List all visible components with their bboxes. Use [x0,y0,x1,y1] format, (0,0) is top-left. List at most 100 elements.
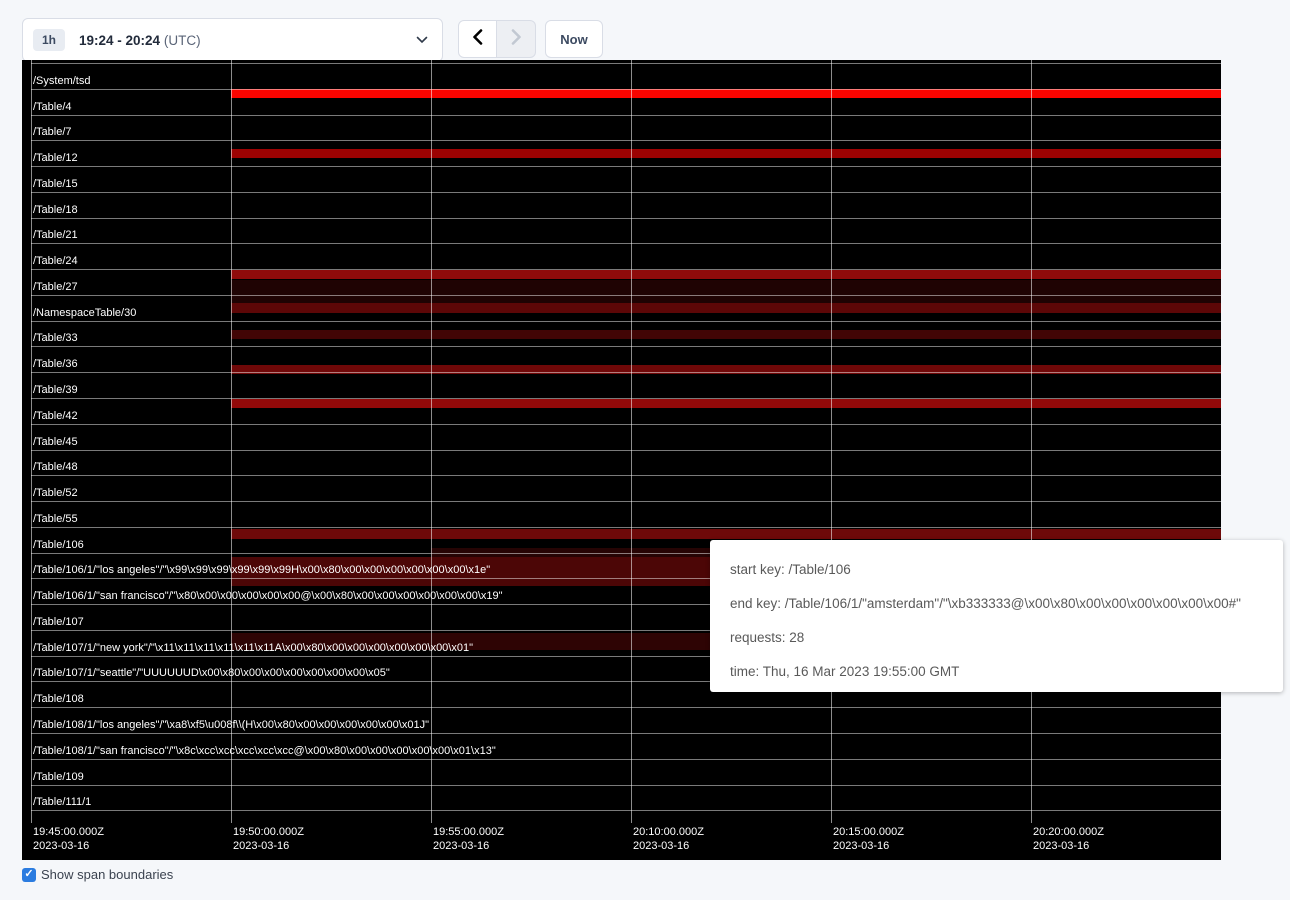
heat-band [231,330,1221,339]
span-key-label: /Table/55 [33,513,78,525]
span-key-label: /Table/21 [33,229,78,241]
x-axis-tick-label: 20:15:00.000Z2023-03-16 [833,825,904,853]
x-axis-tick-label: 20:20:00.000Z2023-03-16 [1033,825,1104,853]
span-key-label: /System/tsd [33,75,90,87]
span-boundary-line [31,398,1221,399]
chevron-right-icon [511,29,522,50]
span-key-label: /Table/39 [33,384,78,396]
span-boundary-line [31,810,1221,811]
span-boundary-line [31,785,1221,786]
next-interval-button[interactable] [497,20,536,58]
span-key-label: /Table/48 [33,461,78,473]
span-key-label: /Table/52 [33,487,78,499]
time-range-select[interactable]: 1h 19:24 - 20:24 (UTC) [22,18,443,62]
x-axis-date: 2023-03-16 [433,839,504,853]
span-boundary-line [31,475,1221,476]
span-key-label: /Table/18 [33,204,78,216]
x-axis-date: 2023-03-16 [833,839,904,853]
span-boundary-line [31,733,1221,734]
span-key-label: /NamespaceTable/30 [33,307,136,319]
span-boundary-line [31,424,1221,425]
span-key-label: /Table/24 [33,255,78,267]
span-key-label: /Table/42 [33,410,78,422]
heat-band [231,270,1221,279]
span-boundary-line [31,501,1221,502]
time-gridline [831,60,832,823]
show-span-boundaries-checkbox[interactable]: ✓ [22,868,36,882]
time-range-value: 19:24 - 20:24 [79,33,160,48]
span-key-label: /Table/106/1/"san francisco"/"\x80\x00\x… [33,590,503,602]
span-boundary-line [31,707,1221,708]
heat-band [231,89,1221,98]
x-axis-tick-label: 19:50:00.000Z2023-03-16 [233,825,304,853]
x-axis-time: 20:10:00.000Z [633,825,704,839]
time-gridline [631,60,632,823]
span-key-label: /Table/33 [33,332,78,344]
span-key-label: /Table/45 [33,436,78,448]
x-axis-date: 2023-03-16 [33,839,104,853]
span-tooltip: start key: /Table/106 end key: /Table/10… [710,540,1283,692]
timezone-label: (UTC) [164,33,201,48]
time-range-label: 19:24 - 20:24 (UTC) [79,33,201,48]
span-boundary-line [31,115,1221,116]
x-axis-time: 20:15:00.000Z [833,825,904,839]
tooltip-start-key: start key: /Table/106 [730,552,1263,586]
span-boundary-line [31,218,1221,219]
x-axis-date: 2023-03-16 [1033,839,1104,853]
time-preset-badge: 1h [33,29,65,51]
previous-interval-button[interactable] [458,20,497,58]
span-boundary-line [31,759,1221,760]
span-key-label: /Table/107 [33,616,84,628]
span-key-label: /Table/106/1/"los angeles"/"\x99\x99\x99… [33,564,490,576]
span-key-label: /Table/15 [33,178,78,190]
x-axis-time: 20:20:00.000Z [1033,825,1104,839]
span-boundary-line [31,527,1221,528]
x-axis-date: 2023-03-16 [233,839,304,853]
heat-band [231,280,1221,303]
span-boundary-line [31,372,1221,373]
x-axis-date: 2023-03-16 [633,839,704,853]
x-axis-tick-label: 20:10:00.000Z2023-03-16 [633,825,704,853]
span-boundary-line [31,243,1221,244]
heat-band [231,399,1221,408]
show-span-boundaries-label: Show span boundaries [41,867,173,882]
time-gridline [231,60,232,823]
chevron-left-icon [472,29,483,50]
span-key-label: /Table/108 [33,693,84,705]
span-key-label: /Table/36 [33,358,78,370]
span-key-label: /Table/111/1 [33,796,91,808]
heat-band [231,303,1221,313]
tooltip-time: time: Thu, 16 Mar 2023 19:55:00 GMT [730,654,1263,688]
x-axis-time: 19:45:00.000Z [33,825,104,839]
heat-band [231,149,1221,158]
span-boundary-line [31,63,1221,64]
span-key-label: /Table/12 [33,152,78,164]
span-boundary-line [31,140,1221,141]
time-gridline [431,60,432,823]
span-key-label: /Table/108/1/"san francisco"/"\x8c\xcc\x… [33,745,496,757]
span-boundary-line [31,346,1221,347]
chevron-down-icon [416,36,428,44]
time-gridline [1031,60,1032,823]
x-axis-tick-label: 19:45:00.000Z2023-03-16 [33,825,104,853]
span-key-label: /Table/107/1/"seattle"/"UUUUUUD\x00\x80\… [33,667,390,679]
span-boundary-line [31,450,1221,451]
span-key-label: /Table/108/1/"los angeles"/"\xa8\xf5\u00… [33,719,429,731]
now-button[interactable]: Now [545,20,603,58]
checkmark-icon: ✓ [24,869,33,880]
span-boundary-line [31,89,1221,90]
x-axis-time: 19:50:00.000Z [233,825,304,839]
span-key-label: /Table/109 [33,771,84,783]
footer-controls: ✓ Show span boundaries [22,867,173,882]
span-boundary-line [31,166,1221,167]
time-gridline [31,60,32,823]
tooltip-end-key: end key: /Table/106/1/"amsterdam"/"\xb33… [730,586,1263,620]
span-boundary-line [31,321,1221,322]
span-boundary-line [31,192,1221,193]
span-key-label: /Table/7 [33,126,72,138]
tooltip-requests: requests: 28 [730,620,1263,654]
span-key-label: /Table/106 [33,539,84,551]
span-key-label: /Table/27 [33,281,78,293]
span-key-label: /Table/107/1/"new york"/"\x11\x11\x11\x1… [33,642,473,654]
key-visualizer-canvas[interactable]: /System/tsd/Table/4/Table/7/Table/12/Tab… [22,60,1221,860]
